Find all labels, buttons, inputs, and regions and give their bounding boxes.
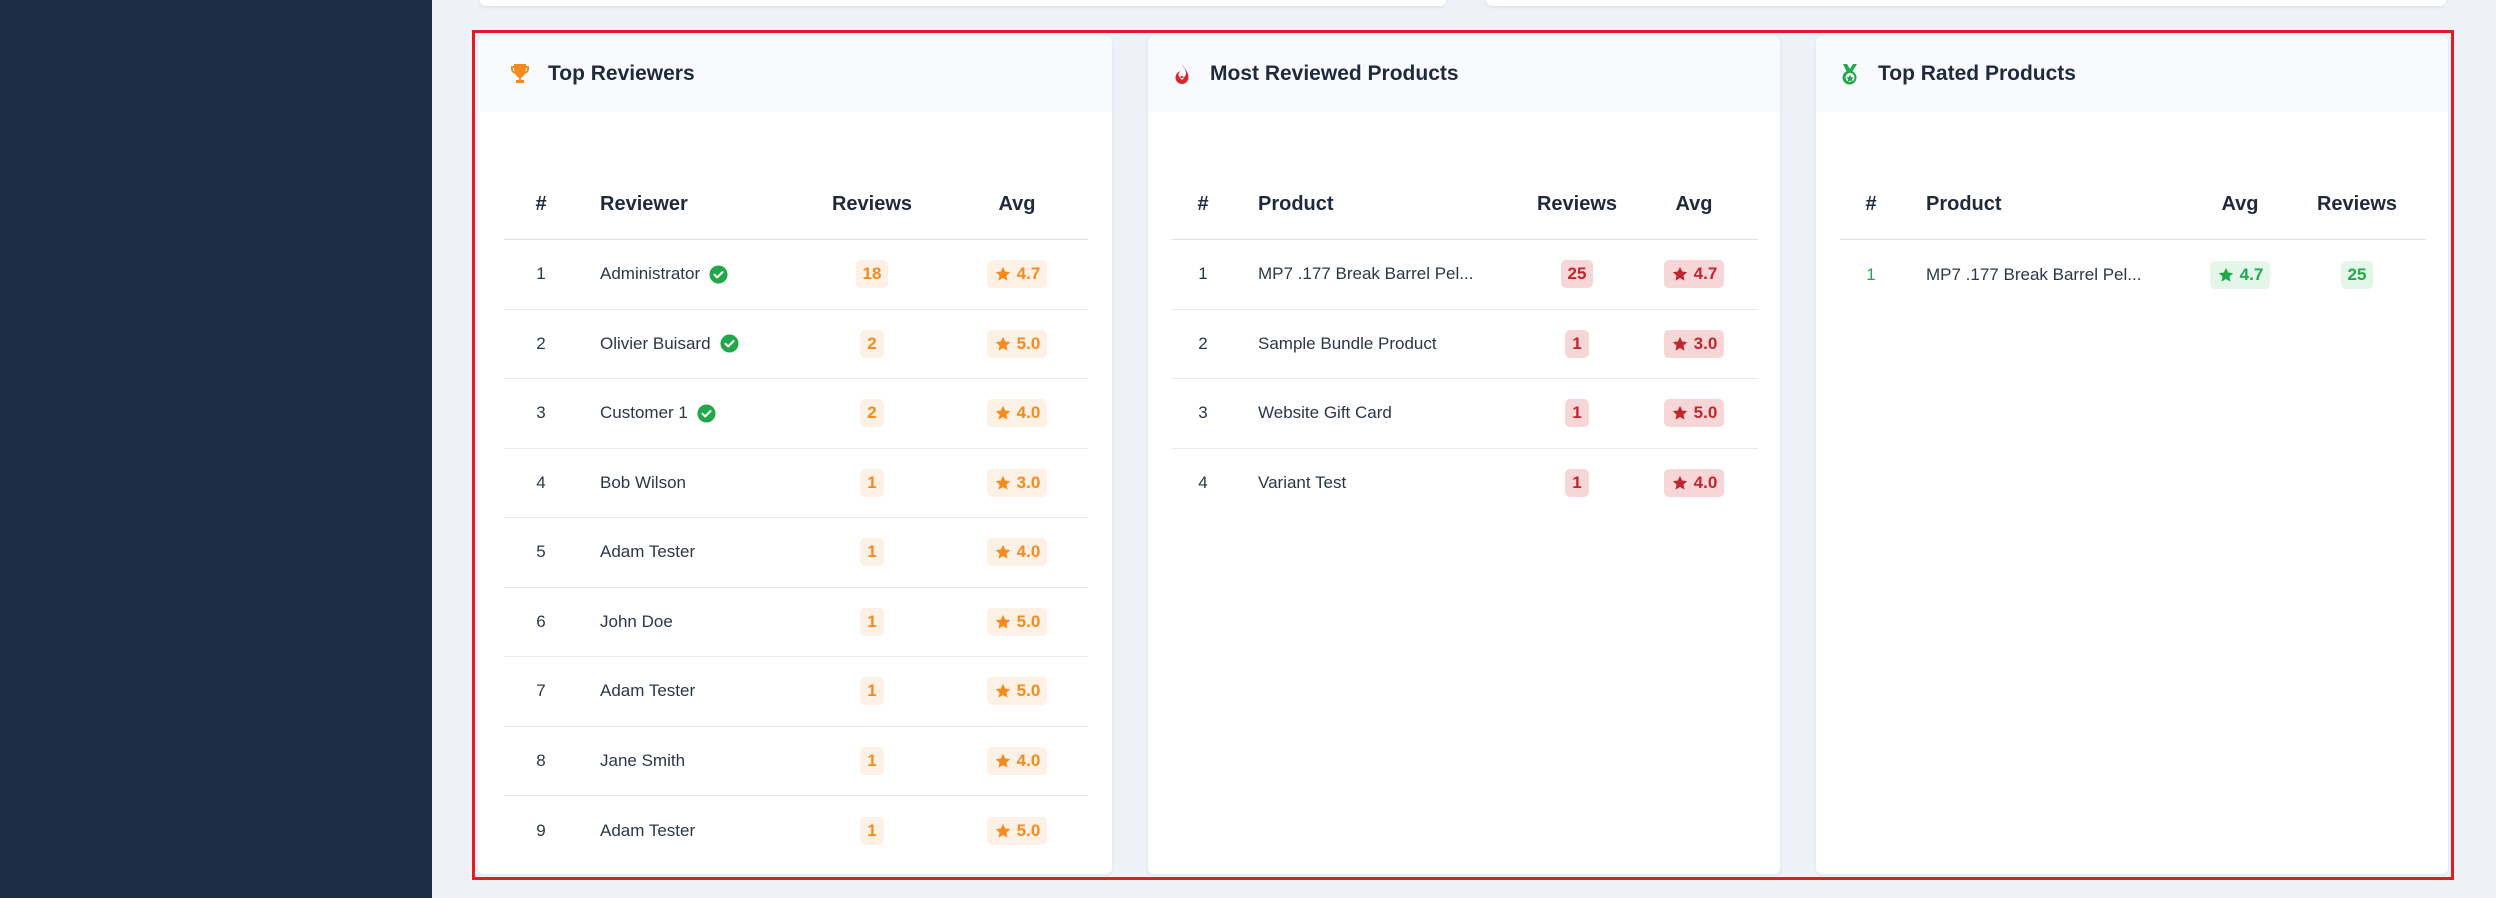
selection-highlight-box xyxy=(472,30,2454,880)
upper-card-left xyxy=(480,0,1446,6)
sidebar xyxy=(0,0,432,898)
upper-card-right xyxy=(1486,0,2446,6)
